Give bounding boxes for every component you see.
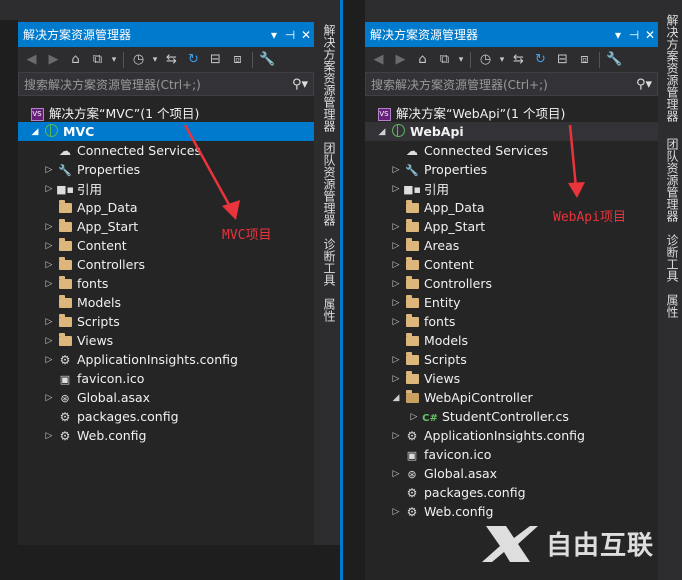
annotation-arrows xyxy=(183,124,585,220)
annotation-label-mvc: MVC项目 xyxy=(222,228,272,243)
watermark-text: 自由互联 xyxy=(546,530,655,561)
annotation-arrow-left xyxy=(183,124,240,220)
annotation-arrow-right xyxy=(568,124,585,198)
watermark-logo-icon xyxy=(482,526,538,562)
watermark: 自由互联 xyxy=(480,522,654,564)
annotation-label-webapi: WebApi项目 xyxy=(553,210,626,225)
